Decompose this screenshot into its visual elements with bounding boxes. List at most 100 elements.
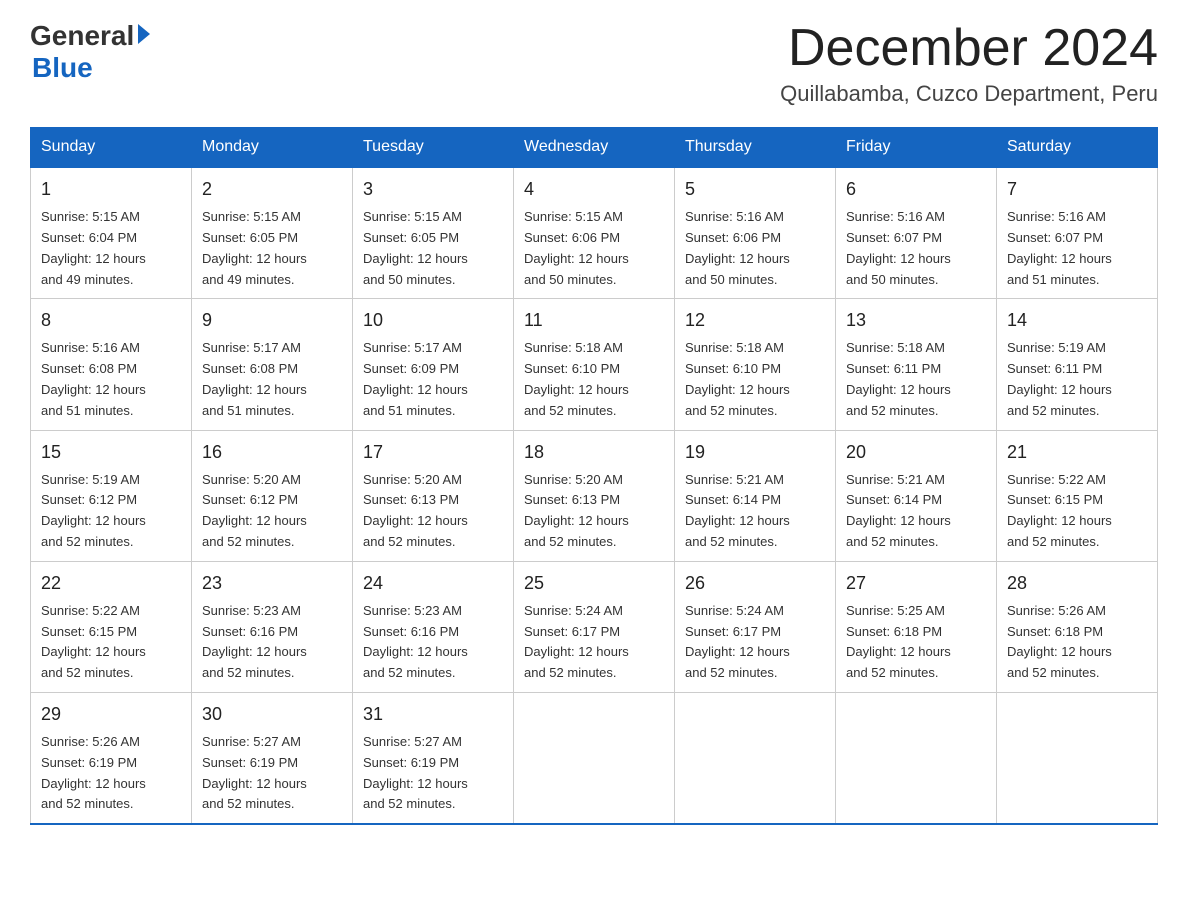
calendar-cell: 26 Sunrise: 5:24 AMSunset: 6:17 PMDayligh…	[675, 561, 836, 692]
calendar-table: SundayMondayTuesdayWednesdayThursdayFrid…	[30, 127, 1158, 825]
logo-blue: Blue	[32, 52, 93, 84]
day-info: Sunrise: 5:26 AMSunset: 6:19 PMDaylight:…	[41, 732, 181, 815]
day-number: 3	[363, 176, 503, 203]
day-number: 23	[202, 570, 342, 597]
day-number: 27	[846, 570, 986, 597]
day-info: Sunrise: 5:19 AMSunset: 6:12 PMDaylight:…	[41, 470, 181, 553]
calendar-cell: 1 Sunrise: 5:15 AMSunset: 6:04 PMDaylight…	[31, 167, 192, 299]
calendar-cell: 12Sunrise: 5:18 AMSunset: 6:10 PMDayligh…	[675, 299, 836, 430]
day-info: Sunrise: 5:15 AMSunset: 6:05 PMDaylight:…	[363, 207, 503, 290]
day-number: 26	[685, 570, 825, 597]
weekday-header-wednesday: Wednesday	[514, 128, 675, 168]
day-number: 15	[41, 439, 181, 466]
calendar-cell: 9 Sunrise: 5:17 AMSunset: 6:08 PMDaylight…	[192, 299, 353, 430]
day-number: 9	[202, 307, 342, 334]
day-number: 1	[41, 176, 181, 203]
calendar-cell: 20Sunrise: 5:21 AMSunset: 6:14 PMDayligh…	[836, 430, 997, 561]
calendar-cell	[997, 692, 1158, 824]
weekday-header-monday: Monday	[192, 128, 353, 168]
day-info: Sunrise: 5:15 AMSunset: 6:06 PMDaylight:…	[524, 207, 664, 290]
calendar-cell: 22Sunrise: 5:22 AMSunset: 6:15 PMDayligh…	[31, 561, 192, 692]
day-info: Sunrise: 5:27 AMSunset: 6:19 PMDaylight:…	[363, 732, 503, 815]
weekday-header-thursday: Thursday	[675, 128, 836, 168]
day-number: 25	[524, 570, 664, 597]
calendar-cell: 15 Sunrise: 5:19 AMSunset: 6:12 PMDayligh…	[31, 430, 192, 561]
day-info: Sunrise: 5:23 AMSunset: 6:16 PMDaylight:…	[202, 601, 342, 684]
calendar-cell: 19 Sunrise: 5:21 AMSunset: 6:14 PMDayligh…	[675, 430, 836, 561]
day-info: Sunrise: 5:16 AMSunset: 6:07 PMDaylight:…	[846, 207, 986, 290]
day-number: 6	[846, 176, 986, 203]
day-number: 30	[202, 701, 342, 728]
calendar-cell: 7 Sunrise: 5:16 AMSunset: 6:07 PMDaylight…	[997, 167, 1158, 299]
day-number: 12	[685, 307, 825, 334]
day-number: 8	[41, 307, 181, 334]
calendar-cell: 10Sunrise: 5:17 AMSunset: 6:09 PMDayligh…	[353, 299, 514, 430]
day-info: Sunrise: 5:15 AMSunset: 6:05 PMDaylight:…	[202, 207, 342, 290]
day-number: 19	[685, 439, 825, 466]
title-section: December 2024 Quillabamba, Cuzco Departm…	[780, 20, 1158, 107]
day-info: Sunrise: 5:15 AMSunset: 6:04 PMDaylight:…	[41, 207, 181, 290]
day-info: Sunrise: 5:18 AMSunset: 6:10 PMDaylight:…	[524, 338, 664, 421]
logo-general: General	[30, 20, 134, 52]
day-number: 4	[524, 176, 664, 203]
day-info: Sunrise: 5:20 AMSunset: 6:13 PMDaylight:…	[524, 470, 664, 553]
calendar-cell: 3 Sunrise: 5:15 AMSunset: 6:05 PMDaylight…	[353, 167, 514, 299]
calendar-cell	[836, 692, 997, 824]
calendar-cell: 31 Sunrise: 5:27 AMSunset: 6:19 PMDayligh…	[353, 692, 514, 824]
calendar-cell: 27 Sunrise: 5:25 AMSunset: 6:18 PMDayligh…	[836, 561, 997, 692]
calendar-cell: 23 Sunrise: 5:23 AMSunset: 6:16 PMDayligh…	[192, 561, 353, 692]
calendar-cell	[675, 692, 836, 824]
day-number: 28	[1007, 570, 1147, 597]
day-info: Sunrise: 5:20 AMSunset: 6:13 PMDaylight:…	[363, 470, 503, 553]
location-title: Quillabamba, Cuzco Department, Peru	[780, 81, 1158, 107]
weekday-header-tuesday: Tuesday	[353, 128, 514, 168]
weekday-header-sunday: Sunday	[31, 128, 192, 168]
day-info: Sunrise: 5:17 AMSunset: 6:09 PMDaylight:…	[363, 338, 503, 421]
calendar-cell: 18 Sunrise: 5:20 AMSunset: 6:13 PMDayligh…	[514, 430, 675, 561]
day-info: Sunrise: 5:16 AMSunset: 6:07 PMDaylight:…	[1007, 207, 1147, 290]
weekday-header-saturday: Saturday	[997, 128, 1158, 168]
calendar-week-row: 15 Sunrise: 5:19 AMSunset: 6:12 PMDayligh…	[31, 430, 1158, 561]
calendar-cell: 11Sunrise: 5:18 AMSunset: 6:10 PMDayligh…	[514, 299, 675, 430]
calendar-cell: 30 Sunrise: 5:27 AMSunset: 6:19 PMDayligh…	[192, 692, 353, 824]
calendar-cell: 14 Sunrise: 5:19 AMSunset: 6:11 PMDayligh…	[997, 299, 1158, 430]
day-number: 18	[524, 439, 664, 466]
calendar-cell: 29 Sunrise: 5:26 AMSunset: 6:19 PMDayligh…	[31, 692, 192, 824]
calendar-cell: 28Sunrise: 5:26 AMSunset: 6:18 PMDayligh…	[997, 561, 1158, 692]
day-info: Sunrise: 5:16 AMSunset: 6:06 PMDaylight:…	[685, 207, 825, 290]
month-title: December 2024	[780, 20, 1158, 77]
day-number: 21	[1007, 439, 1147, 466]
day-number: 17	[363, 439, 503, 466]
day-info: Sunrise: 5:19 AMSunset: 6:11 PMDaylight:…	[1007, 338, 1147, 421]
day-info: Sunrise: 5:24 AMSunset: 6:17 PMDaylight:…	[685, 601, 825, 684]
day-number: 31	[363, 701, 503, 728]
day-info: Sunrise: 5:24 AMSunset: 6:17 PMDaylight:…	[524, 601, 664, 684]
day-number: 5	[685, 176, 825, 203]
day-number: 14	[1007, 307, 1147, 334]
calendar-cell: 6 Sunrise: 5:16 AMSunset: 6:07 PMDaylight…	[836, 167, 997, 299]
weekday-header-row: SundayMondayTuesdayWednesdayThursdayFrid…	[31, 128, 1158, 168]
calendar-cell: 4 Sunrise: 5:15 AMSunset: 6:06 PMDaylight…	[514, 167, 675, 299]
day-number: 22	[41, 570, 181, 597]
calendar-cell: 5 Sunrise: 5:16 AMSunset: 6:06 PMDaylight…	[675, 167, 836, 299]
calendar-cell: 24Sunrise: 5:23 AMSunset: 6:16 PMDayligh…	[353, 561, 514, 692]
calendar-cell: 17 Sunrise: 5:20 AMSunset: 6:13 PMDayligh…	[353, 430, 514, 561]
day-info: Sunrise: 5:21 AMSunset: 6:14 PMDaylight:…	[685, 470, 825, 553]
day-number: 2	[202, 176, 342, 203]
calendar-cell: 21Sunrise: 5:22 AMSunset: 6:15 PMDayligh…	[997, 430, 1158, 561]
logo: General Blue	[30, 20, 150, 84]
day-info: Sunrise: 5:25 AMSunset: 6:18 PMDaylight:…	[846, 601, 986, 684]
day-number: 13	[846, 307, 986, 334]
calendar-cell: 8Sunrise: 5:16 AMSunset: 6:08 PMDaylight…	[31, 299, 192, 430]
calendar-cell: 25 Sunrise: 5:24 AMSunset: 6:17 PMDayligh…	[514, 561, 675, 692]
calendar-week-row: 22Sunrise: 5:22 AMSunset: 6:15 PMDayligh…	[31, 561, 1158, 692]
day-info: Sunrise: 5:27 AMSunset: 6:19 PMDaylight:…	[202, 732, 342, 815]
day-number: 29	[41, 701, 181, 728]
day-number: 7	[1007, 176, 1147, 203]
day-info: Sunrise: 5:17 AMSunset: 6:08 PMDaylight:…	[202, 338, 342, 421]
logo-arrow-icon	[138, 24, 150, 44]
calendar-week-row: 29 Sunrise: 5:26 AMSunset: 6:19 PMDayligh…	[31, 692, 1158, 824]
calendar-week-row: 1 Sunrise: 5:15 AMSunset: 6:04 PMDaylight…	[31, 167, 1158, 299]
calendar-cell: 16Sunrise: 5:20 AMSunset: 6:12 PMDayligh…	[192, 430, 353, 561]
calendar-cell: 13Sunrise: 5:18 AMSunset: 6:11 PMDayligh…	[836, 299, 997, 430]
